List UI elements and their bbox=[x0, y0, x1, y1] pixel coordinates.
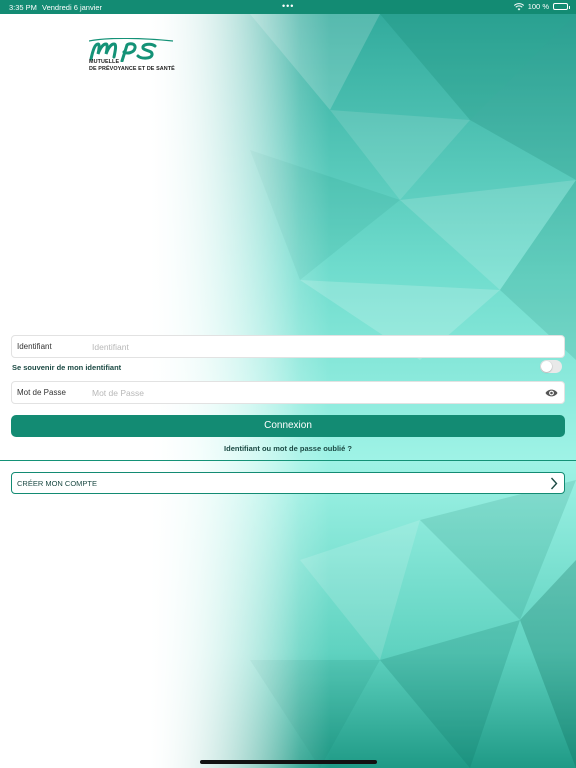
toggle-knob bbox=[541, 361, 552, 372]
mps-logo: MUTUELLE DE PRÉVOYANCE ET DE SANTÉ bbox=[88, 37, 179, 78]
remember-label: Se souvenir de mon identifiant bbox=[12, 363, 122, 372]
password-input[interactable] bbox=[92, 385, 532, 401]
eye-icon[interactable] bbox=[545, 388, 558, 398]
identifiant-input[interactable] bbox=[92, 339, 532, 355]
multitasking-dots[interactable]: ••• bbox=[282, 1, 294, 11]
status-time: 3:35 PM bbox=[9, 3, 37, 12]
identifiant-label: Identifiant bbox=[17, 342, 52, 351]
battery-icon bbox=[553, 3, 570, 10]
battery-percent: 100 % bbox=[527, 2, 549, 11]
status-date: Vendredi 6 janvier bbox=[42, 3, 103, 12]
remember-toggle[interactable] bbox=[540, 360, 562, 373]
logo-tagline-line2: DE PRÉVOYANCE ET DE SANTÉ bbox=[89, 66, 175, 72]
wifi-icon bbox=[513, 2, 524, 10]
logo-tagline: MUTUELLE DE PRÉVOYANCE ET DE SANTÉ bbox=[89, 59, 175, 73]
create-account-label: CRÉER MON COMPTE bbox=[17, 479, 98, 488]
connexion-button[interactable]: Connexion bbox=[11, 415, 565, 437]
forgot-credentials-link[interactable]: Identifiant ou mot de passe oublié ? bbox=[0, 444, 576, 453]
divider bbox=[0, 460, 576, 461]
password-field[interactable]: Mot de Passe bbox=[11, 381, 565, 404]
status-bar: 3:35 PM Vendredi 6 janvier ••• 100 % bbox=[0, 0, 576, 14]
home-indicator[interactable] bbox=[200, 760, 377, 764]
password-label: Mot de Passe bbox=[17, 388, 66, 397]
logo-tagline-line1: MUTUELLE bbox=[89, 59, 120, 65]
chevron-right-icon bbox=[550, 477, 558, 490]
identifiant-field[interactable]: Identifiant bbox=[11, 335, 565, 358]
create-account-button[interactable]: CRÉER MON COMPTE bbox=[11, 472, 565, 494]
status-right: 100 % bbox=[513, 2, 570, 11]
